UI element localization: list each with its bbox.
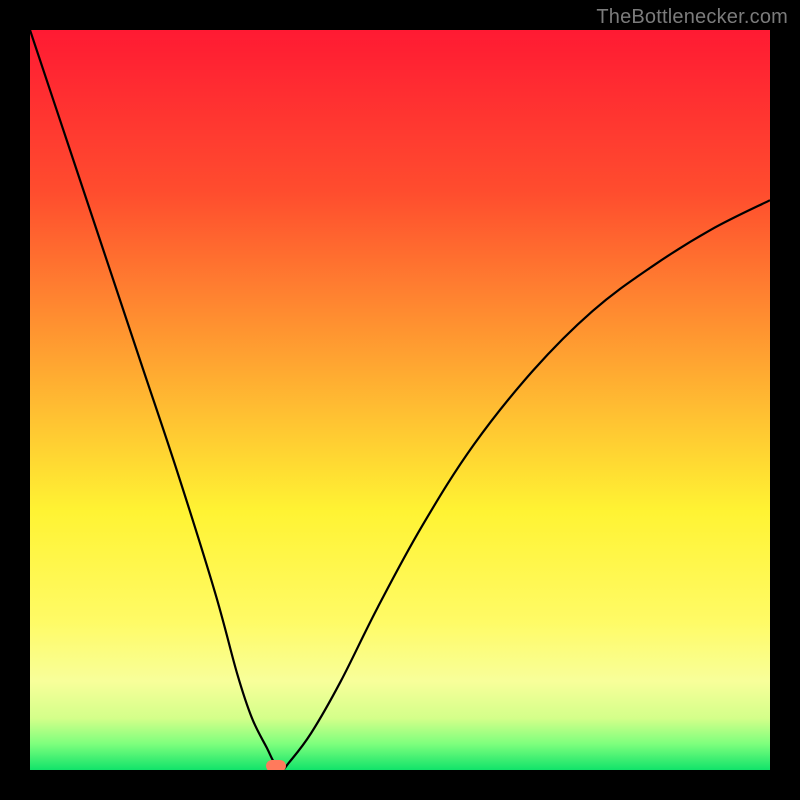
bottleneck-curve bbox=[30, 30, 770, 770]
curve-layer bbox=[30, 30, 770, 770]
watermark-text: TheBottlenecker.com bbox=[596, 6, 788, 29]
minimum-marker bbox=[266, 760, 286, 770]
plot-area bbox=[30, 30, 770, 770]
chart-frame: TheBottlenecker.com bbox=[0, 0, 800, 800]
